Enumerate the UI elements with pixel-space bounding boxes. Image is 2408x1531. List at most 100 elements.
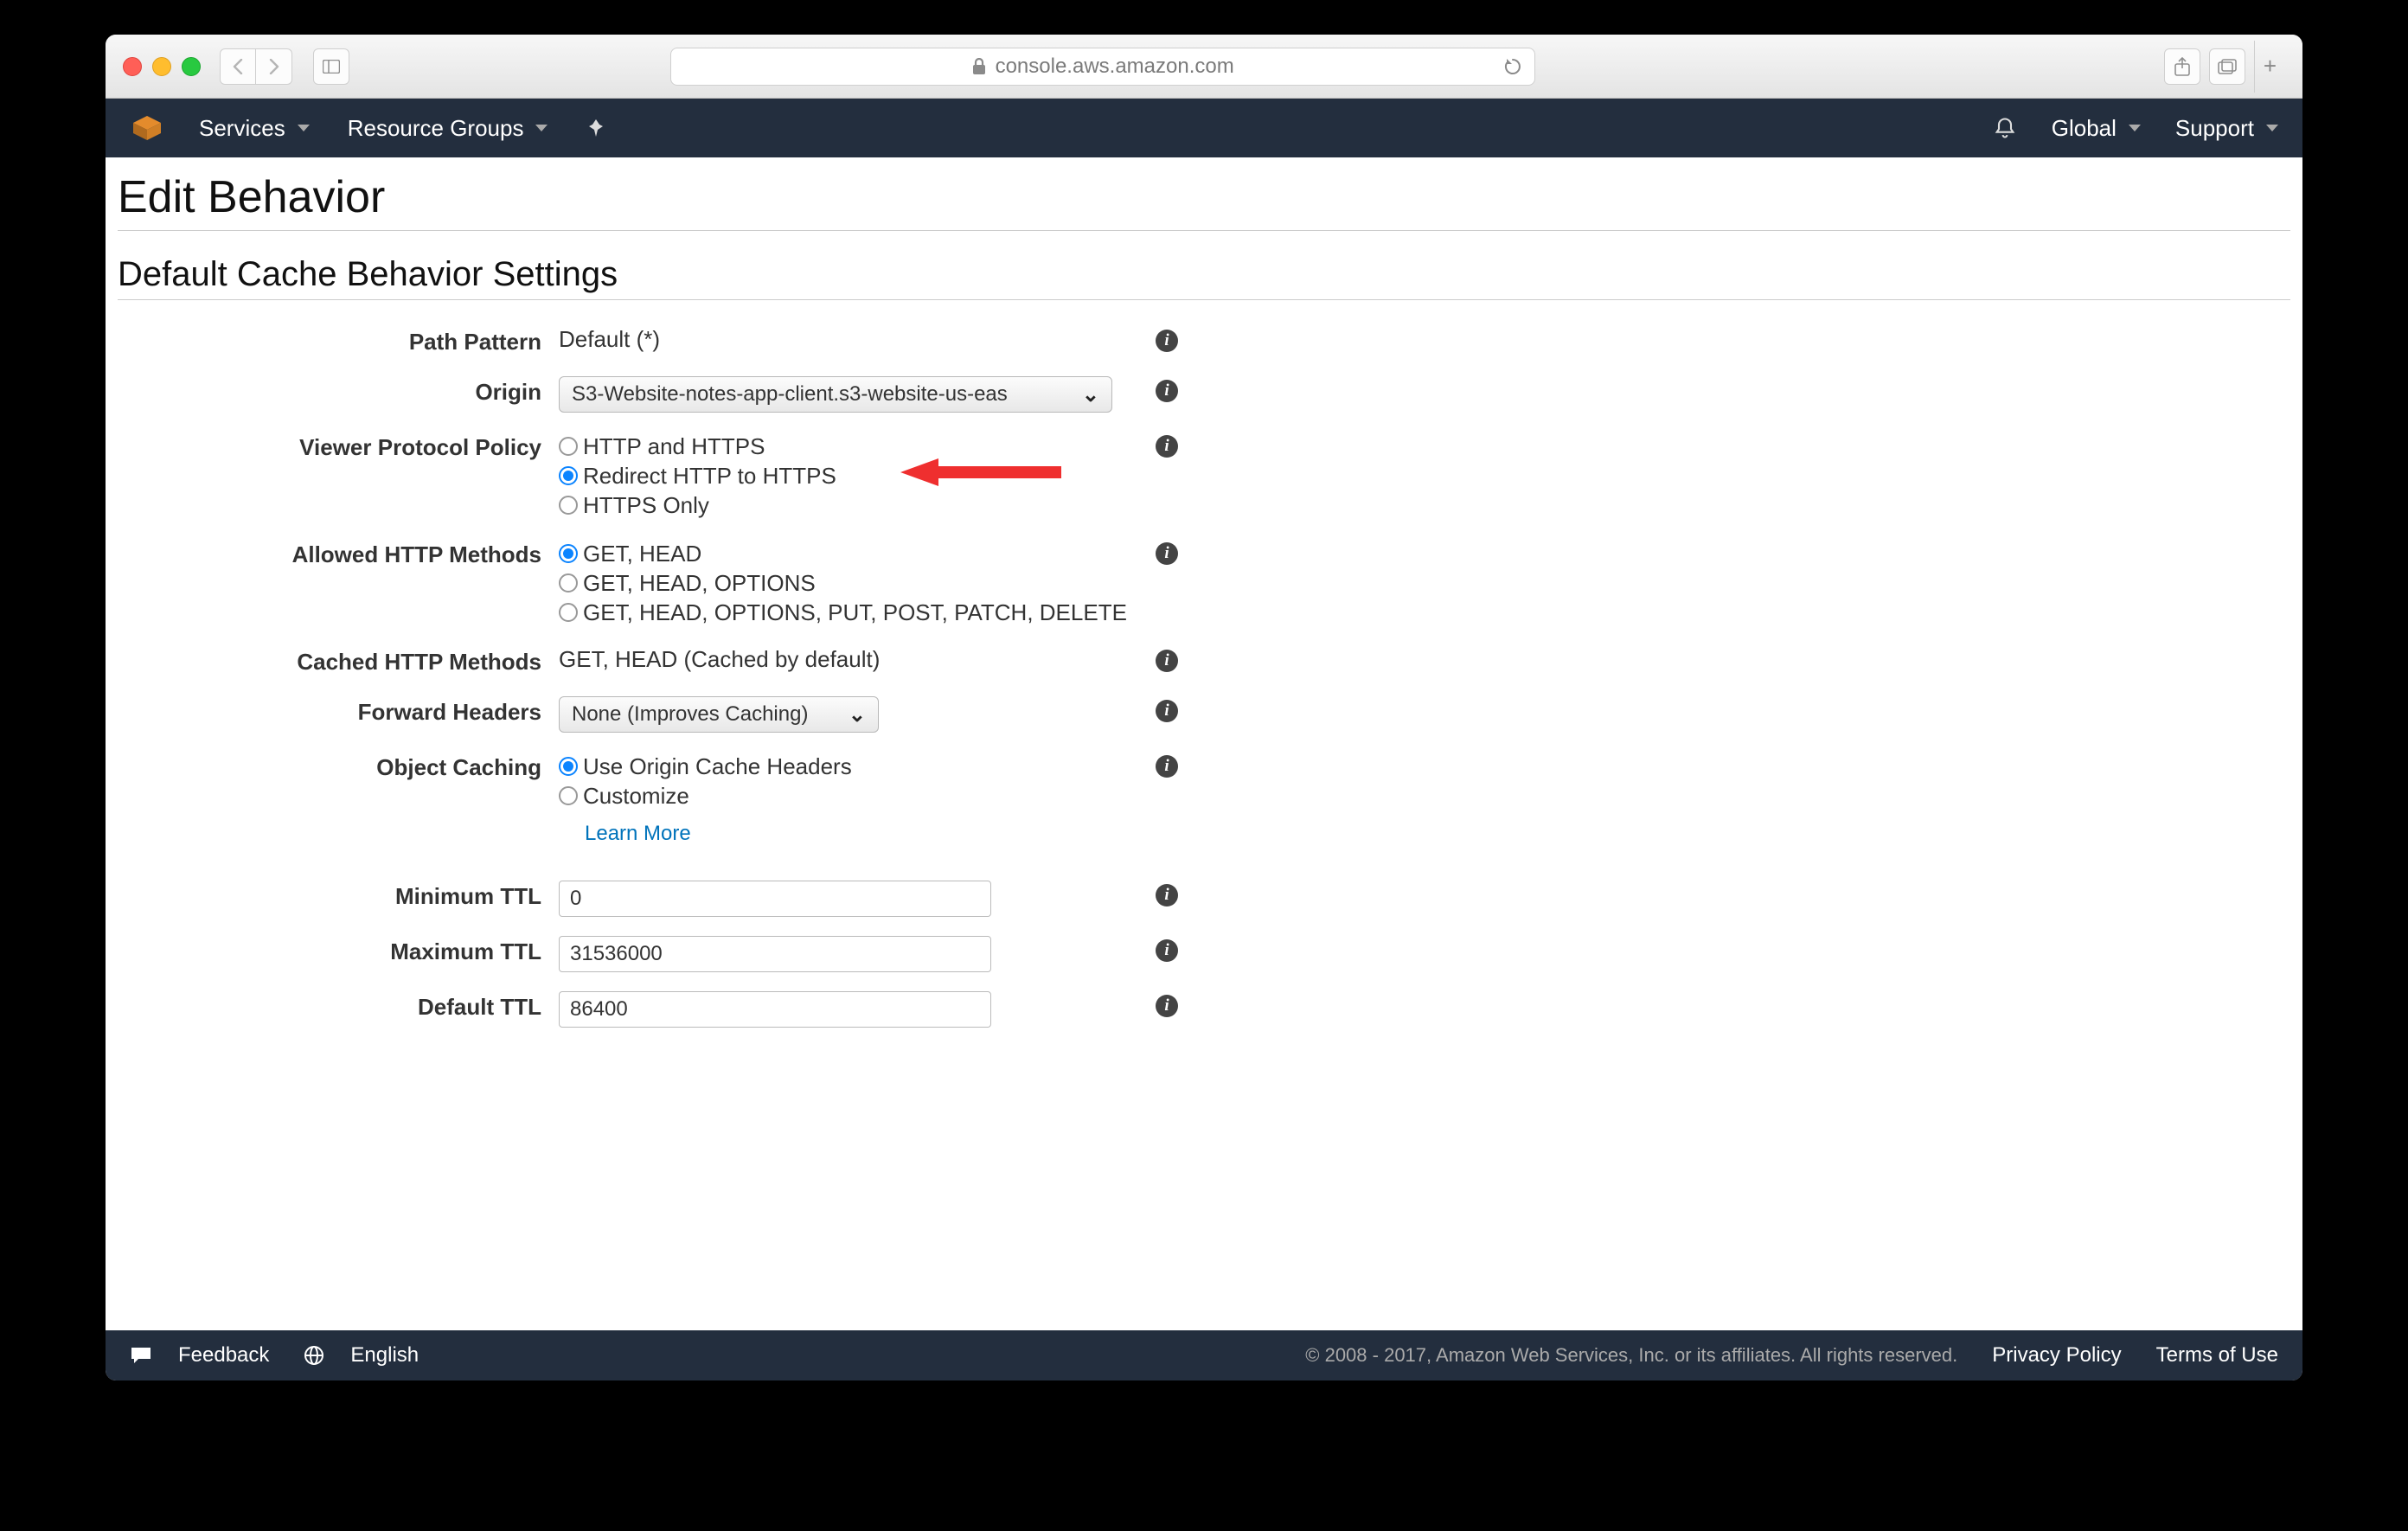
section-title: Default Cache Behavior Settings	[118, 255, 2290, 294]
origin-select[interactable]: S3-Website-notes-app-client.s3-website-u…	[559, 376, 1112, 413]
object-caching-option-0[interactable]: Use Origin Cache Headers	[559, 752, 2290, 781]
privacy-link[interactable]: Privacy Policy	[1992, 1343, 2121, 1368]
default-ttl-input[interactable]	[559, 991, 991, 1028]
browser-toolbar-right: +	[2164, 41, 2285, 93]
language-link[interactable]: English	[350, 1343, 419, 1368]
info-icon[interactable]: i	[1156, 755, 1178, 778]
copyright-text: © 2008 - 2017, Amazon Web Services, Inc.…	[1305, 1344, 1957, 1367]
resource-groups-menu[interactable]: Resource Groups	[348, 115, 548, 142]
resource-groups-label: Resource Groups	[348, 115, 524, 142]
object-caching-option-1[interactable]: Customize	[559, 781, 2290, 810]
browser-window: console.aws.amazon.com + Ser	[106, 35, 2302, 1380]
allowed-methods-option-2[interactable]: GET, HEAD, OPTIONS, PUT, POST, PATCH, DE…	[559, 598, 2290, 627]
annotation-arrow	[900, 457, 1065, 474]
allowed-methods-label: Allowed HTTP Methods	[118, 539, 559, 570]
services-menu[interactable]: Services	[199, 115, 310, 142]
info-icon[interactable]: i	[1156, 330, 1178, 352]
nav-back-forward	[220, 48, 292, 85]
chevron-down-icon: ⌄	[849, 702, 866, 727]
viewer-protocol-option-0[interactable]: HTTP and HTTPS	[559, 432, 2290, 461]
info-icon[interactable]: i	[1156, 380, 1178, 402]
browser-toolbar: console.aws.amazon.com +	[106, 35, 2302, 99]
feedback-icon	[130, 1346, 152, 1365]
caret-down-icon	[2266, 125, 2278, 131]
radio-icon	[559, 466, 578, 485]
cached-methods-label: Cached HTTP Methods	[118, 646, 559, 677]
info-icon[interactable]: i	[1156, 542, 1178, 565]
forward-button[interactable]	[256, 48, 292, 85]
share-button[interactable]	[2164, 48, 2200, 85]
notifications-icon[interactable]	[1993, 116, 2017, 140]
info-icon[interactable]: i	[1156, 700, 1178, 722]
globe-icon	[304, 1345, 324, 1366]
allowed-methods-option-0[interactable]: GET, HEAD	[559, 539, 2290, 568]
path-pattern-label: Path Pattern	[118, 326, 559, 357]
radio-label: HTTPS Only	[583, 490, 709, 520]
viewer-protocol-option-2[interactable]: HTTPS Only	[559, 490, 2290, 520]
info-icon[interactable]: i	[1156, 995, 1178, 1017]
radio-label: Redirect HTTP to HTTPS	[583, 461, 836, 490]
viewer-protocol-option-1[interactable]: Redirect HTTP to HTTPS	[559, 461, 2290, 490]
radio-icon	[559, 573, 578, 593]
new-tab-button[interactable]: +	[2254, 41, 2285, 93]
fullscreen-window-button[interactable]	[182, 57, 201, 76]
allowed-methods-option-1[interactable]: GET, HEAD, OPTIONS	[559, 568, 2290, 598]
max-ttl-label: Maximum TTL	[118, 936, 559, 967]
radio-label: Customize	[583, 781, 689, 810]
tabs-button[interactable]	[2209, 48, 2245, 85]
close-window-button[interactable]	[123, 57, 142, 76]
path-pattern-value: Default (*)	[559, 326, 660, 352]
address-bar[interactable]: console.aws.amazon.com	[670, 48, 1535, 86]
support-label: Support	[2175, 115, 2254, 142]
max-ttl-input[interactable]	[559, 936, 991, 972]
radio-icon	[559, 437, 578, 456]
radio-label: Use Origin Cache Headers	[583, 752, 852, 781]
radio-icon	[559, 786, 578, 805]
region-menu[interactable]: Global	[2052, 115, 2141, 142]
back-button[interactable]	[220, 48, 256, 85]
radio-label: GET, HEAD	[583, 539, 701, 568]
learn-more-link[interactable]: Learn More	[585, 822, 691, 845]
minimize-window-button[interactable]	[152, 57, 171, 76]
min-ttl-input[interactable]	[559, 881, 991, 917]
forward-headers-label: Forward Headers	[118, 696, 559, 727]
radio-icon	[559, 757, 578, 776]
radio-icon	[559, 496, 578, 515]
min-ttl-label: Minimum TTL	[118, 881, 559, 912]
behavior-form: Path Pattern Default (*) i Origin S3-Web…	[118, 326, 2290, 1028]
radio-icon	[559, 603, 578, 622]
origin-label: Origin	[118, 376, 559, 407]
aws-top-nav: Services Resource Groups Global Support	[106, 99, 2302, 157]
info-icon[interactable]: i	[1156, 435, 1178, 458]
info-icon[interactable]: i	[1156, 884, 1178, 906]
caret-down-icon	[298, 125, 310, 131]
object-caching-label: Object Caching	[118, 752, 559, 783]
default-ttl-label: Default TTL	[118, 991, 559, 1022]
reload-icon[interactable]	[1503, 57, 1522, 76]
window-controls	[123, 57, 201, 76]
info-icon[interactable]: i	[1156, 650, 1178, 672]
caret-down-icon	[2129, 125, 2141, 131]
cached-methods-value: GET, HEAD (Cached by default)	[559, 646, 880, 672]
terms-link[interactable]: Terms of Use	[2156, 1343, 2278, 1368]
viewer-protocol-label: Viewer Protocol Policy	[118, 432, 559, 463]
divider	[118, 230, 2290, 231]
aws-footer: Feedback English © 2008 - 2017, Amazon W…	[106, 1330, 2302, 1380]
info-icon[interactable]: i	[1156, 939, 1178, 962]
page-title: Edit Behavior	[118, 171, 2290, 223]
region-label: Global	[2052, 115, 2117, 142]
support-menu[interactable]: Support	[2175, 115, 2278, 142]
forward-headers-selected: None (Improves Caching)	[572, 702, 808, 727]
radio-label: GET, HEAD, OPTIONS, PUT, POST, PATCH, DE…	[583, 598, 1127, 627]
radio-icon	[559, 544, 578, 563]
pin-icon[interactable]	[586, 118, 606, 138]
forward-headers-select[interactable]: None (Improves Caching) ⌄	[559, 696, 879, 733]
radio-label: GET, HEAD, OPTIONS	[583, 568, 816, 598]
origin-selected: S3-Website-notes-app-client.s3-website-u…	[572, 382, 1008, 407]
divider	[118, 299, 2290, 300]
feedback-link[interactable]: Feedback	[178, 1343, 269, 1368]
sidebar-toggle-button[interactable]	[313, 48, 349, 85]
services-label: Services	[199, 115, 285, 142]
aws-logo-icon[interactable]	[130, 111, 164, 145]
page-content: Edit Behavior Default Cache Behavior Set…	[106, 157, 2302, 1330]
